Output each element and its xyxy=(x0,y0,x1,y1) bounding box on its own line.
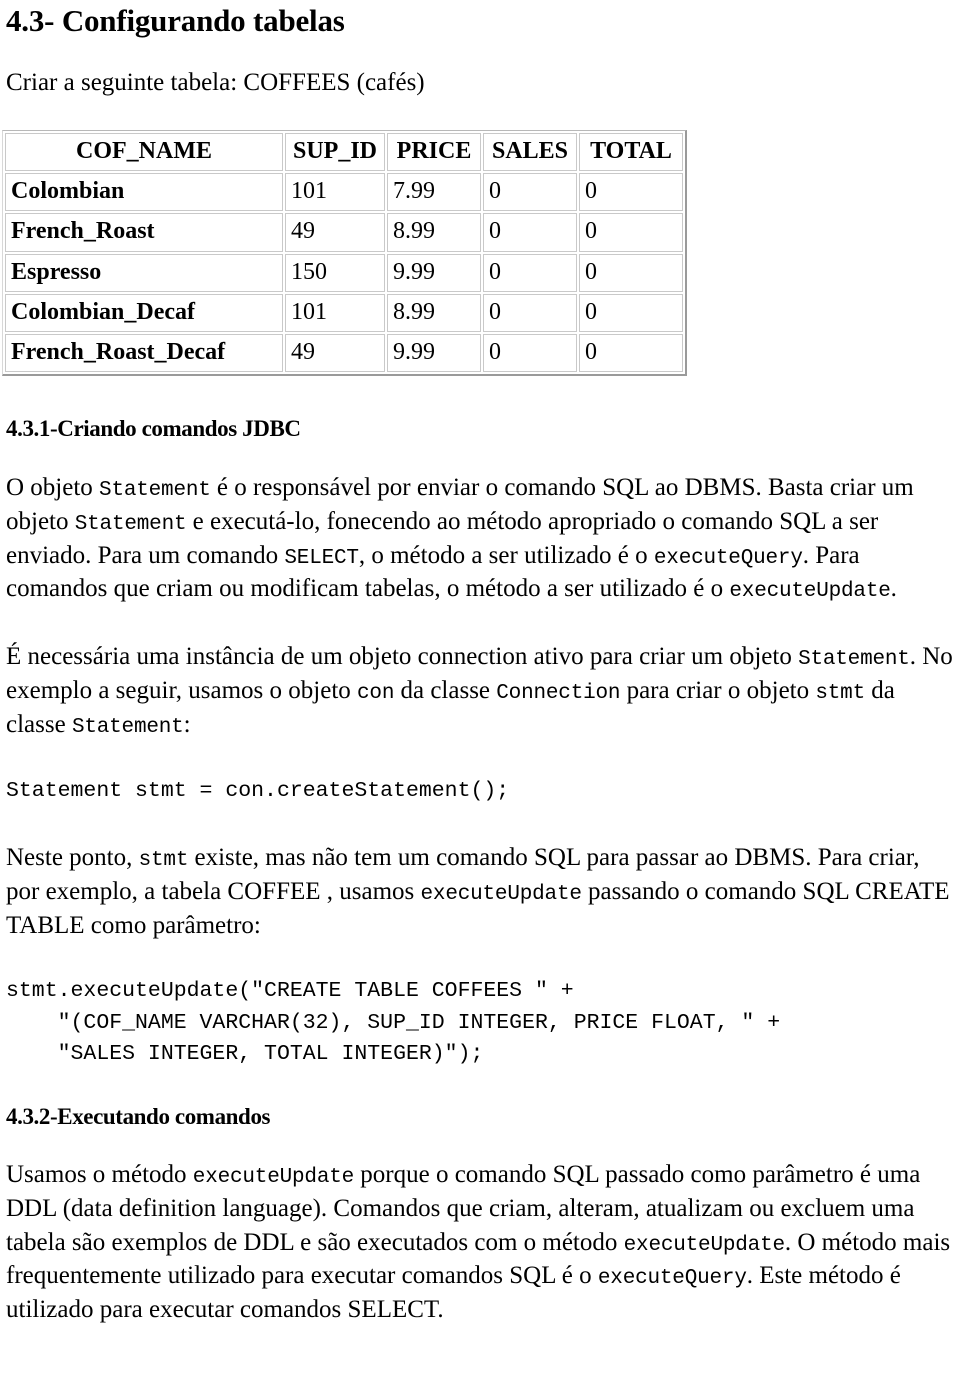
cell-price: 8.99 xyxy=(387,293,481,333)
cell-total: 0 xyxy=(579,253,683,292)
text-fragment: para criar o objeto xyxy=(620,677,816,705)
cell-sup-id: 49 xyxy=(285,334,385,373)
cell-sup-id: 49 xyxy=(285,213,385,252)
code-term: Connection xyxy=(496,682,621,706)
paragraph-connection-instance: É necessária uma instância de um objeto … xyxy=(6,640,954,742)
cell-sup-id: 101 xyxy=(285,293,385,333)
text-fragment: Neste ponto, xyxy=(6,844,139,872)
table-row: French_Roast_Decaf 49 9.99 0 0 xyxy=(5,334,683,373)
code-term: Statement xyxy=(74,512,187,536)
code-block-create-statement: Statement stmt = con.createStatement(); xyxy=(6,779,510,804)
code-term: executeQuery xyxy=(653,546,803,570)
code-term: Statement xyxy=(798,648,910,672)
cell-total: 0 xyxy=(579,334,683,373)
code-term: executeUpdate xyxy=(729,580,891,604)
cell-cof-name: Espresso xyxy=(5,253,283,292)
cell-total: 0 xyxy=(579,213,683,252)
code-term: executeUpdate xyxy=(623,1233,785,1257)
cell-price: 9.99 xyxy=(387,253,481,292)
text-fragment: . xyxy=(890,575,897,603)
section-heading-431: 4.3.1-Criando comandos JDBC xyxy=(6,416,301,442)
cell-cof-name: Colombian_Decaf xyxy=(5,293,283,333)
paragraph-stmt-usage: Neste ponto, stmt existe, mas não tem um… xyxy=(6,841,954,942)
page-title: 4.3- Configurando tabelas xyxy=(6,3,345,38)
cell-price: 9.99 xyxy=(387,334,481,373)
cell-cof-name: French_Roast_Decaf xyxy=(5,334,283,373)
code-term: executeUpdate xyxy=(420,883,582,907)
code-term: SELECT xyxy=(284,546,359,570)
intro-text: Criar a seguinte tabela: COFFEES (cafés) xyxy=(6,69,425,97)
text-fragment: O objeto xyxy=(6,473,100,501)
table-header-row: COF_NAME SUP_ID PRICE SALES TOTAL xyxy=(5,133,683,172)
column-header-cof-name: COF_NAME xyxy=(5,133,283,172)
table-row: French_Roast 49 8.99 0 0 xyxy=(5,213,683,252)
cell-sales: 0 xyxy=(483,334,577,373)
cell-price: 7.99 xyxy=(387,173,481,212)
column-header-price: PRICE xyxy=(387,133,481,172)
text-fragment: : xyxy=(183,711,191,739)
code-block-create-table: stmt.executeUpdate("CREATE TABLE COFFEES… xyxy=(6,979,781,1066)
cell-sales: 0 xyxy=(483,253,577,292)
code-term: executeUpdate xyxy=(192,1166,355,1190)
coffees-table-container: COF_NAME SUP_ID PRICE SALES TOTAL Colomb… xyxy=(2,130,960,377)
table-row: Colombian 101 7.99 0 0 xyxy=(5,173,683,212)
paragraph-statement-intro: O objeto Statement é o responsável por e… xyxy=(6,471,954,607)
document-page: 4.3- Configurando tabelas Criar a seguin… xyxy=(0,3,960,1378)
section-heading-432: 4.3.2-Executando comandos xyxy=(6,1103,271,1129)
table-row: Espresso 150 9.99 0 0 xyxy=(5,253,683,292)
text-fragment: Usamos o método xyxy=(6,1161,193,1189)
coffees-table: COF_NAME SUP_ID PRICE SALES TOTAL Colomb… xyxy=(2,130,687,377)
paragraph-execute-update-explanation: Usamos o método executeUpdate porque o c… xyxy=(6,1158,954,1326)
cell-total: 0 xyxy=(579,293,683,333)
cell-price: 8.99 xyxy=(387,213,481,252)
text-fragment: , o método a ser utilizado é o xyxy=(358,541,654,569)
column-header-sup-id: SUP_ID xyxy=(285,133,385,172)
column-header-total: TOTAL xyxy=(579,133,683,172)
cell-sales: 0 xyxy=(483,173,577,212)
cell-sales: 0 xyxy=(483,213,577,252)
cell-sales: 0 xyxy=(483,293,577,333)
code-term: stmt xyxy=(138,849,189,873)
table-row: Colombian_Decaf 101 8.99 0 0 xyxy=(5,293,683,333)
code-term: Statement xyxy=(99,478,211,502)
text-fragment: da classe xyxy=(394,677,497,705)
code-term: executeQuery xyxy=(597,1267,747,1291)
code-term: con xyxy=(357,682,395,706)
cell-sup-id: 101 xyxy=(285,173,385,212)
code-term: stmt xyxy=(815,682,865,706)
cell-total: 0 xyxy=(579,173,683,212)
cell-sup-id: 150 xyxy=(285,253,385,292)
column-header-sales: SALES xyxy=(483,133,577,172)
cell-cof-name: Colombian xyxy=(5,173,283,212)
text-fragment: É necessária uma instância de um objeto … xyxy=(6,643,799,671)
cell-cof-name: French_Roast xyxy=(5,213,283,252)
code-term: Statement xyxy=(71,716,184,740)
